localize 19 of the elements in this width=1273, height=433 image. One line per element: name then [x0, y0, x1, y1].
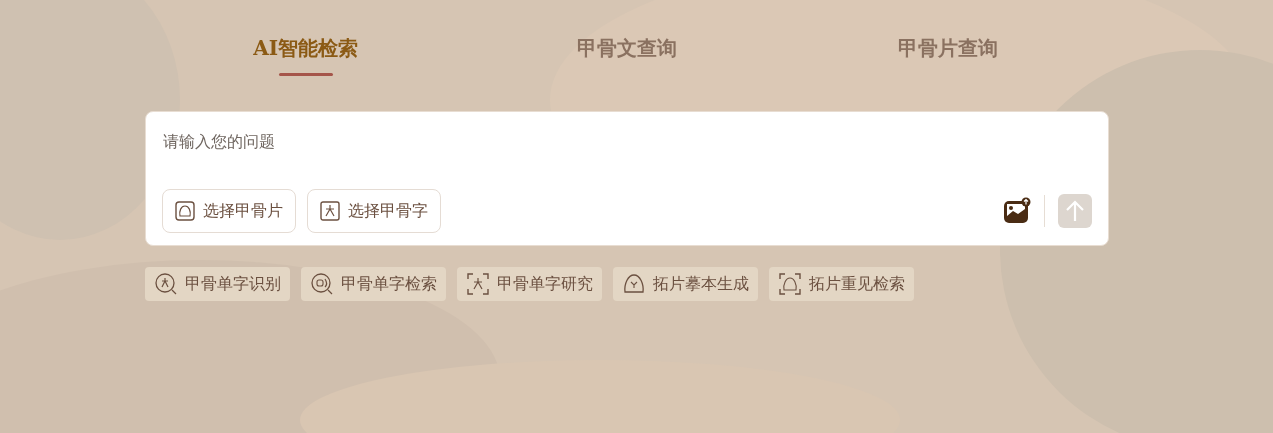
quick-action-chip[interactable]: 拓片重见检索: [769, 267, 914, 301]
bone-fragment-icon: [175, 201, 195, 221]
picker-button[interactable]: 选择甲骨片: [162, 189, 296, 233]
tab[interactable]: 甲骨片查询: [898, 30, 999, 78]
quick-action-chip[interactable]: 甲骨单字识别: [145, 267, 290, 301]
quick-action-chip[interactable]: 甲骨单字检索: [301, 267, 446, 301]
arrow-up-icon: [1064, 199, 1086, 223]
magnifier-glyph-icon: [154, 272, 178, 296]
quick-action-chip[interactable]: 拓片摹本生成: [613, 267, 758, 301]
magnifier-icon: [310, 272, 334, 296]
tab[interactable]: 甲骨文查询: [577, 30, 677, 78]
scan-fragment-icon: [778, 272, 802, 296]
image-upload-icon[interactable]: [1003, 197, 1031, 225]
scan-glyph-icon: [466, 272, 490, 296]
glyph-icon: [320, 201, 340, 221]
picker-button[interactable]: 选择甲骨字: [307, 189, 441, 233]
bone-fragment-icon: [622, 272, 646, 296]
tab[interactable]: AI智能检索: [253, 30, 359, 78]
quick-action-chip[interactable]: 甲骨单字研究: [457, 267, 602, 301]
